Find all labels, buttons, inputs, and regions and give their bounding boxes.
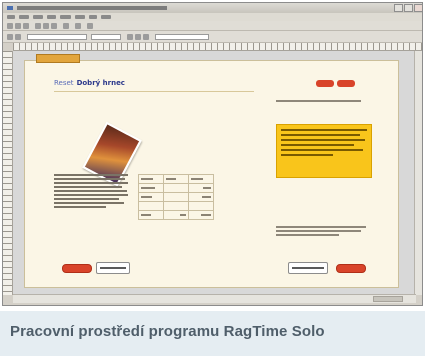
- toolbar-format: [3, 31, 422, 43]
- page-title-main: Dobrý hrnec: [76, 79, 125, 87]
- horizontal-ruler[interactable]: [13, 43, 422, 51]
- zoom-select[interactable]: [155, 34, 209, 40]
- screenshot-frame: Reset Dobrý hrnec Pracovní prostředí pro…: [0, 0, 425, 356]
- caption-text: Pracovní prostředí programu RagTime Solo: [10, 323, 325, 340]
- undo-icon[interactable]: [63, 23, 69, 29]
- menu-item[interactable]: [33, 15, 43, 19]
- menu-item[interactable]: [101, 15, 111, 19]
- save-icon[interactable]: [23, 23, 29, 29]
- bottom-red-button[interactable]: [336, 264, 366, 273]
- menu-item[interactable]: [7, 15, 15, 19]
- table-row: [138, 183, 214, 193]
- close-icon[interactable]: [414, 4, 422, 12]
- side-panel-footer-text: [276, 226, 366, 238]
- font-size-select[interactable]: [91, 34, 121, 40]
- app-icon: [7, 6, 13, 10]
- window-title: [17, 6, 167, 10]
- title-divider: [54, 91, 254, 92]
- page-title-prefix: Reset: [54, 79, 74, 87]
- maximize-icon[interactable]: [404, 4, 413, 12]
- menu-item[interactable]: [60, 15, 71, 19]
- title-bar: [3, 3, 422, 13]
- menu-bar: [3, 13, 422, 21]
- highlight-note-box: [276, 124, 372, 178]
- document-tab[interactable]: [36, 54, 80, 63]
- bottom-white-button[interactable]: [288, 262, 328, 274]
- data-table: [138, 174, 214, 220]
- zoom-icon[interactable]: [87, 23, 93, 29]
- table-row: [138, 201, 214, 211]
- minimize-icon[interactable]: [394, 4, 403, 12]
- paragraph-text-frame: [54, 174, 128, 210]
- italic-icon[interactable]: [135, 34, 141, 40]
- paste-icon[interactable]: [51, 23, 57, 29]
- menu-item[interactable]: [89, 15, 97, 19]
- text-tool-icon[interactable]: [15, 34, 21, 40]
- cut-icon[interactable]: [35, 23, 41, 29]
- table-row: [138, 210, 214, 220]
- copy-icon[interactable]: [43, 23, 49, 29]
- menu-item[interactable]: [75, 15, 85, 19]
- align-left-icon[interactable]: [143, 34, 149, 40]
- scrollbar-thumb[interactable]: [373, 296, 403, 302]
- horizontal-scrollbar[interactable]: [13, 294, 416, 303]
- style-select[interactable]: [27, 34, 87, 40]
- bold-icon[interactable]: [127, 34, 133, 40]
- vertical-ruler[interactable]: [3, 51, 13, 295]
- table-row: [138, 174, 214, 184]
- new-icon[interactable]: [7, 23, 13, 29]
- side-panel-text: [276, 100, 370, 104]
- bottom-red-button[interactable]: [62, 264, 92, 273]
- bottom-white-button[interactable]: [96, 262, 130, 274]
- top-red-button[interactable]: [316, 80, 334, 87]
- open-icon[interactable]: [15, 23, 21, 29]
- vertical-scrollbar[interactable]: [414, 51, 422, 295]
- toolbar-standard: [3, 21, 422, 31]
- page-title: Reset Dobrý hrnec: [54, 79, 125, 87]
- table-row: [138, 192, 214, 202]
- caption-bar: Pracovní prostředí programu RagTime Solo: [0, 311, 425, 356]
- menu-item[interactable]: [19, 15, 29, 19]
- print-icon[interactable]: [75, 23, 81, 29]
- menu-item[interactable]: [47, 15, 56, 19]
- top-red-button[interactable]: [337, 80, 355, 87]
- pointer-icon[interactable]: [7, 34, 13, 40]
